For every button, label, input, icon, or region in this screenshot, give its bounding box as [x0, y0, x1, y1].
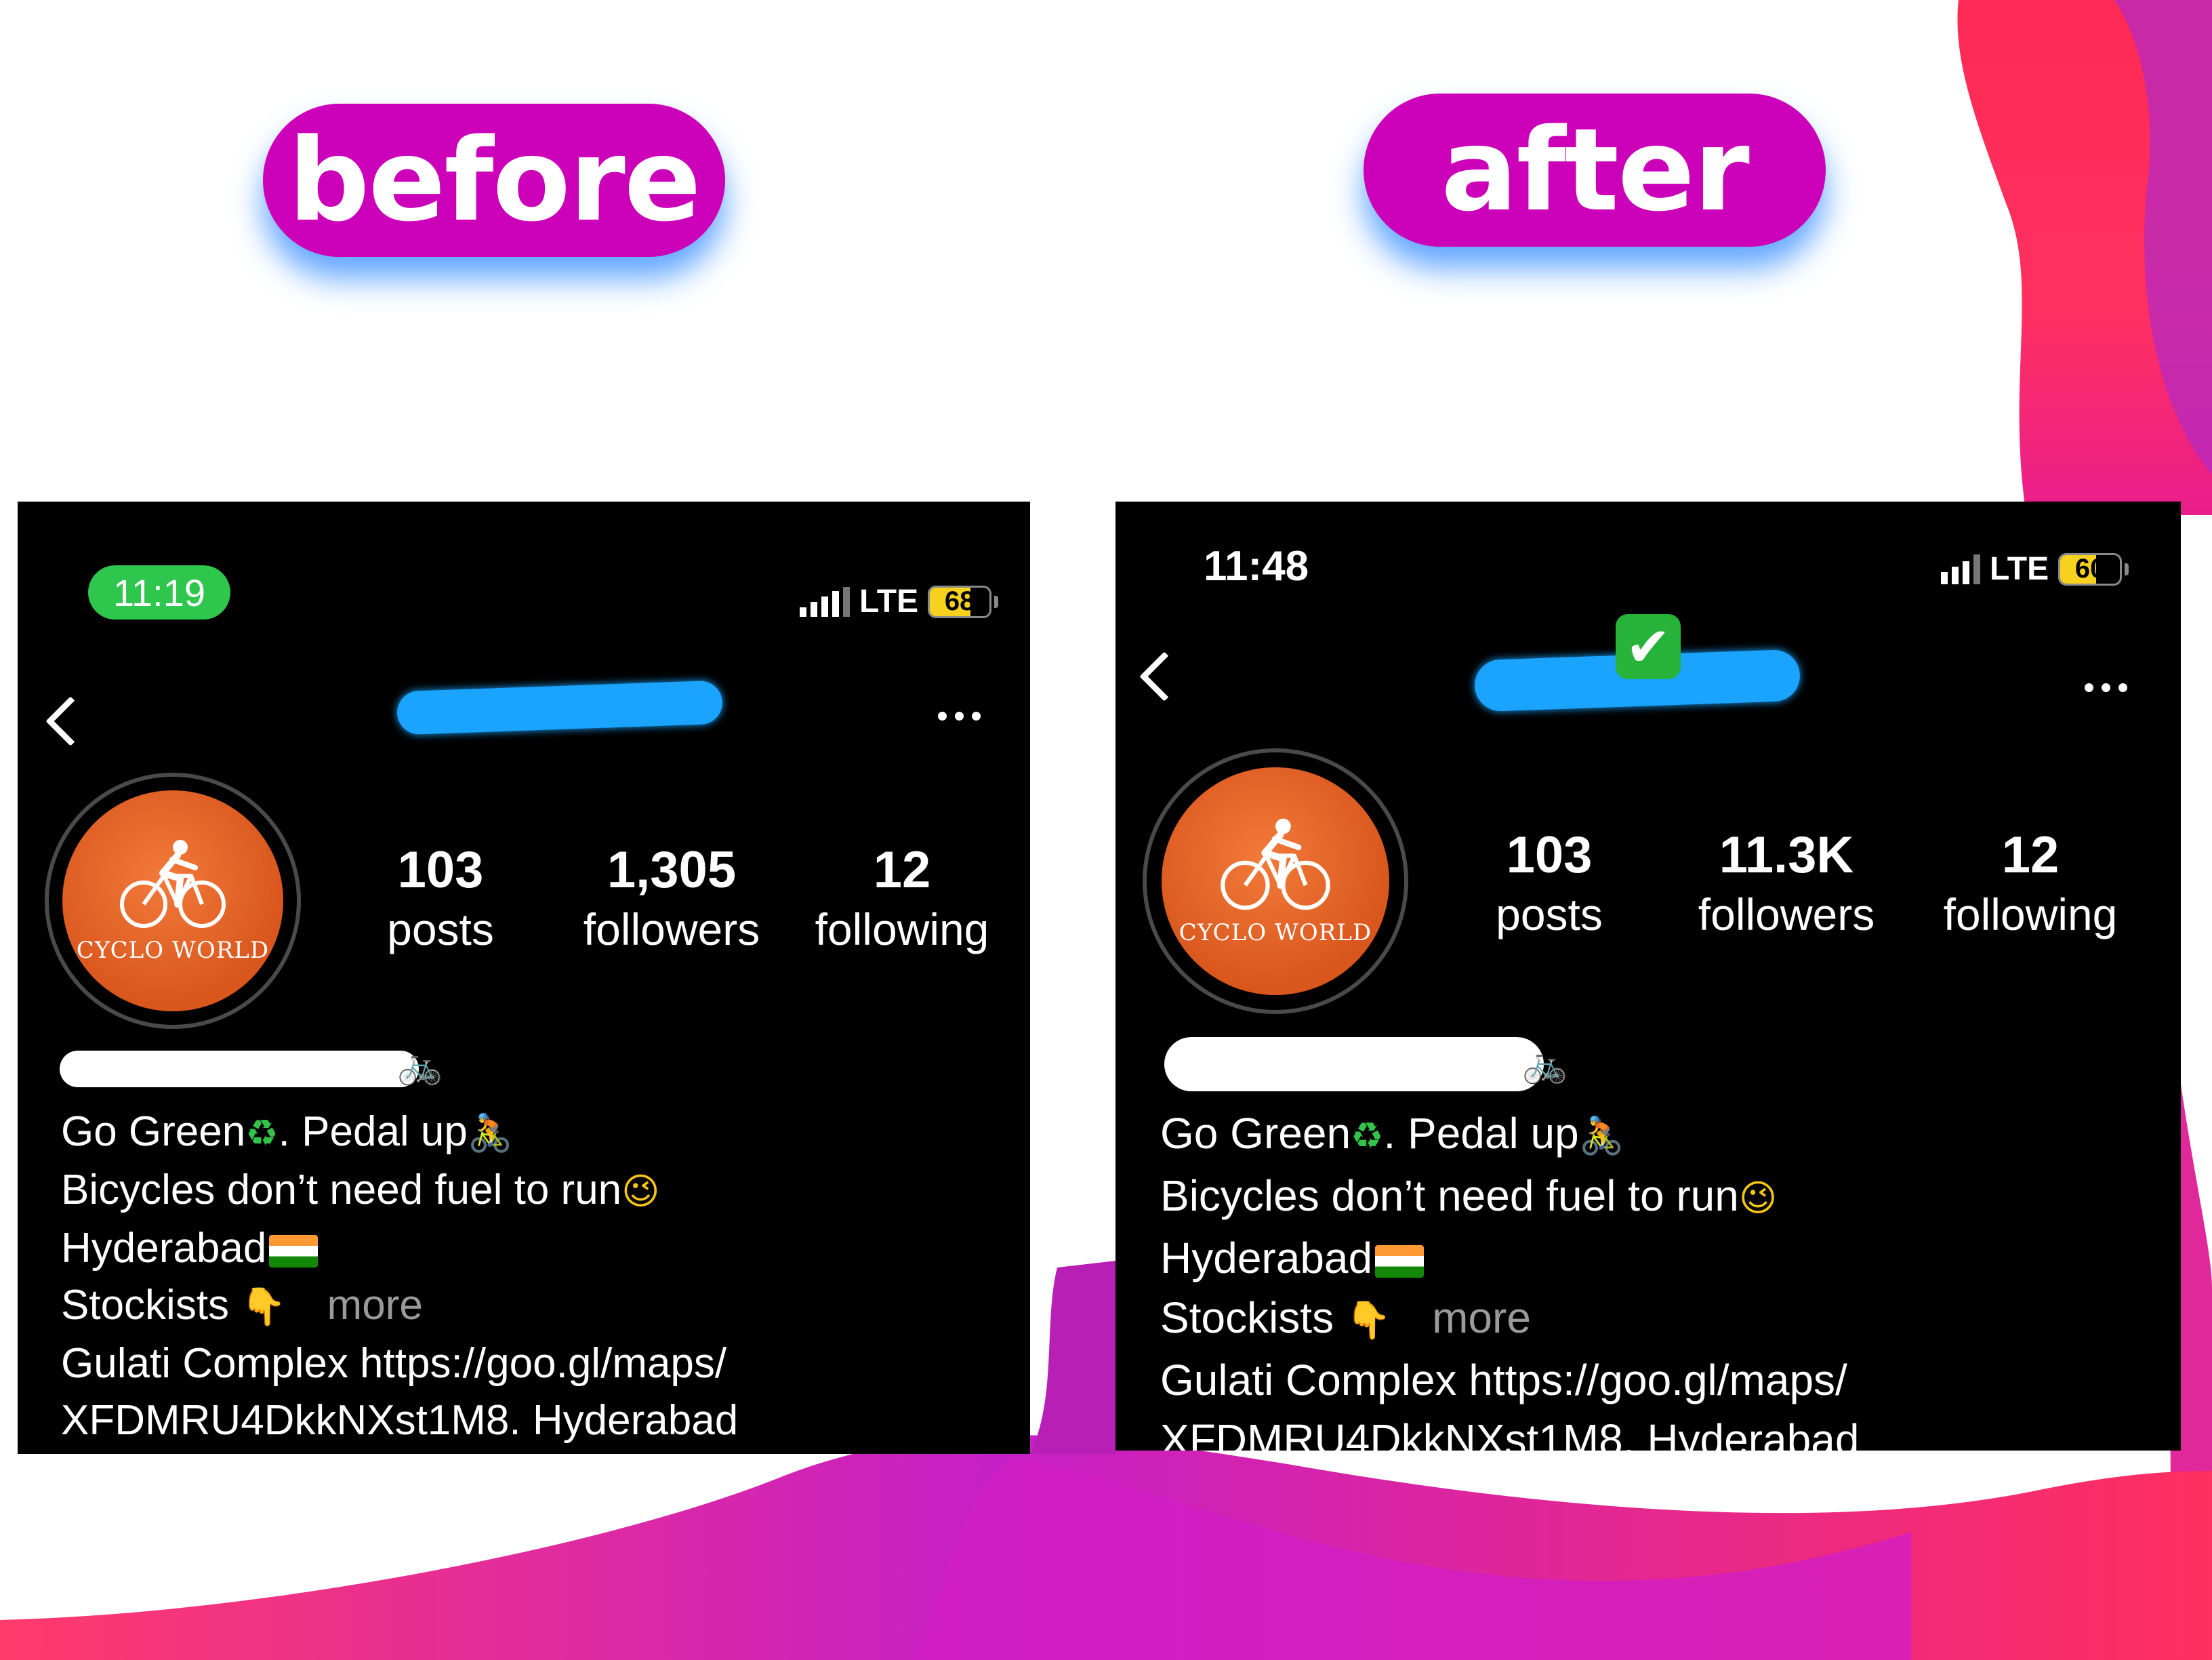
pointing-down-icon: 👇 — [241, 1285, 287, 1328]
profile-avatar-ring[interactable]: CYCLO WORLD — [1143, 748, 1408, 1014]
pointing-down-icon: 👇 — [1345, 1299, 1392, 1341]
cyclist-emoji-icon: 🚴 — [1578, 1114, 1624, 1157]
bicycle-icon: 🚲 — [1522, 1042, 1568, 1085]
bio-line-4: Stockists 👇 more — [1160, 1293, 1531, 1342]
profile-bio: Go Green♻. Pedal up🚴 Bicycles don’t need… — [61, 1104, 738, 1449]
redacted-username — [396, 680, 723, 735]
more-horizontal-icon[interactable] — [2085, 683, 2127, 692]
battery-percent: 60 — [2074, 554, 2106, 584]
india-flag-icon — [1375, 1245, 1425, 1278]
stat-following[interactable]: 12 following — [790, 845, 1014, 956]
chevron-left-icon[interactable] — [1139, 651, 1189, 702]
battery-tip — [994, 595, 999, 608]
bio-line-4: Stockists 👇 more — [61, 1282, 423, 1329]
bio-line-5[interactable]: Gulati Complex https://goo.gl/maps/ — [1160, 1350, 1859, 1410]
before-screenshot: 11:19 LTE 68 CYCLO WORLD 103 posts 1,305… — [18, 502, 1030, 1454]
battery-icon: 68 — [928, 585, 992, 618]
bicycle-icon: 🚲 — [397, 1044, 443, 1087]
redacted-display-name — [60, 1051, 419, 1087]
cyclist-icon — [120, 840, 226, 928]
redacted-display-name — [1164, 1037, 1544, 1091]
battery-tip — [2125, 563, 2129, 575]
stat-posts[interactable]: 103 posts — [1468, 830, 1631, 942]
avatar: CYCLO WORLD — [1162, 767, 1389, 995]
posts-count: 103 — [397, 841, 484, 899]
followers-count: 1,305 — [607, 841, 737, 899]
recycle-icon: ♻ — [1351, 1114, 1384, 1157]
bio-line-5[interactable]: Gulati Complex https://goo.gl/maps/ — [61, 1335, 738, 1392]
wink-emoji-icon: 😉 — [1738, 1177, 1778, 1219]
following-label: following — [815, 904, 989, 954]
chevron-left-icon[interactable] — [45, 696, 96, 746]
bio-line-6[interactable]: XFDMRU4DkkNXst1M8. Hyderabad — [61, 1392, 738, 1449]
profile-bio: Go Green♻. Pedal up🚴 Bicycles don’t need… — [1160, 1104, 1859, 1451]
recycle-icon: ♻ — [245, 1112, 279, 1154]
battery-percent: 68 — [944, 586, 975, 616]
bio-line-1: Go Green♻. Pedal up🚴 — [61, 1108, 514, 1155]
bio-line-6[interactable]: XFDMRU4DkkNXst1M8. Hyderabad — [1160, 1410, 1859, 1451]
verified-check-icon: ✔ — [1616, 614, 1681, 679]
network-type: LTE — [859, 584, 919, 620]
after-screenshot: 11:48 LTE 60 ✔ CYCLO WORLD 103 posts 11.… — [1115, 502, 2181, 1451]
after-label: after — [1364, 94, 1826, 247]
status-bar-icons: LTE 68 — [800, 583, 999, 620]
following-label: following — [1943, 889, 2118, 939]
avatar-text: CYCLO WORLD — [1179, 919, 1372, 946]
signal-bars-icon — [1941, 554, 1980, 584]
bio-line-2: Bicycles don’t need fuel to run😉 — [1160, 1171, 1778, 1220]
bio-more-link[interactable]: more — [327, 1282, 423, 1329]
followers-label: followers — [1698, 889, 1875, 939]
india-flag-icon — [269, 1234, 319, 1268]
posts-label: posts — [387, 904, 494, 954]
status-time: 11:48 — [1204, 543, 1309, 590]
stat-following[interactable]: 12 following — [1915, 830, 2146, 942]
profile-avatar-ring[interactable]: CYCLO WORLD — [45, 773, 301, 1029]
before-label: before — [263, 104, 725, 257]
status-bar-icons: LTE 60 — [1941, 550, 2129, 588]
battery-icon: 60 — [2058, 552, 2123, 586]
cyclist-emoji-icon: 🚴 — [467, 1112, 514, 1154]
avatar: CYCLO WORLD — [62, 790, 283, 1011]
posts-label: posts — [1496, 889, 1603, 939]
more-horizontal-icon[interactable] — [938, 712, 981, 721]
wink-emoji-icon: 😉 — [621, 1170, 660, 1213]
stat-followers[interactable]: 1,305 followers — [553, 845, 790, 956]
status-time: 11:19 — [88, 565, 230, 620]
bio-line-2: Bicycles don’t need fuel to run😉 — [61, 1167, 660, 1213]
posts-count: 103 — [1506, 826, 1593, 884]
followers-count: 11.3K — [1719, 826, 1854, 884]
bio-line-3: Hyderabad — [1160, 1228, 1859, 1288]
bio-more-link[interactable]: more — [1432, 1293, 1531, 1342]
followers-label: followers — [583, 904, 760, 954]
signal-bars-icon — [800, 586, 850, 617]
bio-line-3: Hyderabad — [61, 1220, 738, 1277]
bio-line-1: Go Green♻. Pedal up🚴 — [1160, 1109, 1624, 1158]
cyclist-icon — [1221, 818, 1330, 910]
network-type: LTE — [1990, 551, 2049, 587]
stat-posts[interactable]: 103 posts — [366, 845, 515, 956]
following-count: 12 — [2001, 826, 2060, 884]
following-count: 12 — [873, 841, 931, 899]
avatar-text: CYCLO WORLD — [76, 937, 270, 964]
stat-followers[interactable]: 11.3K followers — [1671, 830, 1902, 942]
